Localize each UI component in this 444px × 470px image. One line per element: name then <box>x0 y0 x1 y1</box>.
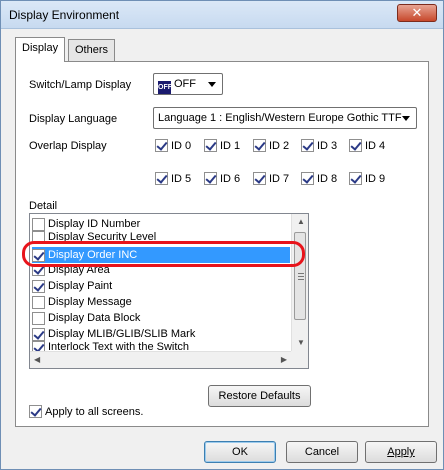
checkbox-box <box>155 139 168 152</box>
display-language-label: Display Language <box>29 113 118 125</box>
overlap-id4-checkbox[interactable]: ID 4 <box>349 139 385 152</box>
horizontal-scrollbar[interactable]: ◀ ▶ <box>30 351 291 368</box>
list-item-selected[interactable]: Display Order INC <box>32 247 290 263</box>
apply-all-screens-checkbox[interactable]: Apply to all screens. <box>29 405 143 418</box>
checkbox-box <box>29 405 42 418</box>
vertical-scrollbar[interactable]: ▲ ▼ <box>291 214 308 352</box>
close-icon: ✕ <box>411 5 423 20</box>
checkbox-box <box>253 172 266 185</box>
list-item[interactable]: Display MLIB/GLIB/SLIB Mark <box>32 326 290 342</box>
restore-defaults-button[interactable]: Restore Defaults <box>208 385 311 407</box>
checkbox-box[interactable] <box>32 217 45 231</box>
overlap-id3-checkbox[interactable]: ID 3 <box>301 139 337 152</box>
checkbox-box[interactable] <box>32 231 45 242</box>
checkbox-box <box>204 139 217 152</box>
switch-lamp-value: OFF <box>174 78 196 90</box>
overlap-id9-label: ID 9 <box>365 172 386 185</box>
checkbox-box[interactable] <box>32 248 45 262</box>
checkbox-box <box>301 139 314 152</box>
chevron-down-icon <box>208 82 216 87</box>
apply-all-screens-label: Apply to all screens. <box>45 405 144 418</box>
overlap-id8-label: ID 8 <box>317 172 338 185</box>
scroll-down-icon[interactable]: ▼ <box>297 338 305 347</box>
grip-line <box>298 276 304 277</box>
list-item-label: Display Paint <box>48 280 113 292</box>
checkbox-box <box>301 172 314 185</box>
list-item-label: Display Order INC <box>48 249 138 261</box>
checkbox-box <box>253 139 266 152</box>
scroll-thumb[interactable] <box>294 232 306 320</box>
chevron-down-icon <box>402 116 410 121</box>
overlap-id2-label: ID 2 <box>269 139 290 152</box>
title-bar: Display Environment ✕ <box>1 1 443 29</box>
list-item-label: Display Data Block <box>48 312 141 324</box>
switch-lamp-label: Switch/Lamp Display <box>29 79 132 91</box>
detail-listbox[interactable]: Display ID Number Display Security Level… <box>29 213 309 369</box>
list-item[interactable]: Display Area <box>32 265 290 276</box>
switch-lamp-dropdown[interactable]: OFF OFF <box>153 73 223 95</box>
overlap-display-label: Overlap Display <box>29 140 107 152</box>
overlap-id7-checkbox[interactable]: ID 7 <box>253 172 289 185</box>
list-item-label: Display ID Number <box>48 218 141 230</box>
checkbox-box <box>349 172 362 185</box>
off-icon: OFF <box>158 81 172 94</box>
overlap-id8-checkbox[interactable]: ID 8 <box>301 172 337 185</box>
scroll-up-icon[interactable]: ▲ <box>297 217 305 226</box>
list-item[interactable]: Display Security Level <box>32 231 290 242</box>
checkbox-box <box>204 172 217 185</box>
cancel-button[interactable]: Cancel <box>286 441 358 463</box>
grip-line <box>298 279 304 280</box>
list-item-label: Display MLIB/GLIB/SLIB Mark <box>48 328 196 340</box>
display-language-dropdown[interactable]: Language 1 : English/Western Europe Goth… <box>153 107 417 129</box>
list-item-label: Display Message <box>48 296 132 308</box>
overlap-id6-label: ID 6 <box>220 172 241 185</box>
overlap-id1-checkbox[interactable]: ID 1 <box>204 139 240 152</box>
overlap-id1-label: ID 1 <box>220 139 241 152</box>
overlap-id4-label: ID 4 <box>365 139 386 152</box>
overlap-id5-label: ID 5 <box>171 172 192 185</box>
display-environment-dialog: Display Environment ✕ Display Others Swi… <box>0 0 444 470</box>
window-title: Display Environment <box>9 8 120 22</box>
tab-display[interactable]: Display <box>15 37 66 62</box>
checkbox-box[interactable] <box>32 295 45 309</box>
checkbox-box[interactable] <box>32 265 45 276</box>
overlap-id0-label: ID 0 <box>171 139 192 152</box>
list-item[interactable]: Display Message <box>32 294 290 310</box>
scroll-left-icon[interactable]: ◀ <box>34 355 40 364</box>
list-item[interactable]: Display ID Number <box>32 216 290 232</box>
list-item-label: Display Security Level <box>48 231 157 242</box>
checkbox-box[interactable] <box>32 311 45 325</box>
overlap-id9-checkbox[interactable]: ID 9 <box>349 172 385 185</box>
scrollbar-corner <box>291 351 308 368</box>
list-item-label: Display Area <box>48 265 110 276</box>
apply-button[interactable]: Apply <box>365 441 437 463</box>
tab-others[interactable]: Others <box>68 39 116 61</box>
checkbox-box <box>155 172 168 185</box>
checkbox-box[interactable] <box>32 279 45 293</box>
overlap-id5-checkbox[interactable]: ID 5 <box>155 172 191 185</box>
grip-line <box>298 273 304 274</box>
ok-button[interactable]: OK <box>204 441 276 463</box>
checkbox-box[interactable] <box>32 327 45 341</box>
detail-label: Detail <box>29 200 58 212</box>
overlap-id7-label: ID 7 <box>269 172 290 185</box>
overlap-id3-label: ID 3 <box>317 139 338 152</box>
close-button[interactable]: ✕ <box>397 4 437 22</box>
list-item[interactable]: Display Data Block <box>32 310 290 326</box>
display-language-value: Language 1 : English/Western Europe Goth… <box>158 112 402 124</box>
overlap-id2-checkbox[interactable]: ID 2 <box>253 139 289 152</box>
overlap-id6-checkbox[interactable]: ID 6 <box>204 172 240 185</box>
checkbox-box <box>349 139 362 152</box>
overlap-id0-checkbox[interactable]: ID 0 <box>155 139 191 152</box>
list-item[interactable]: Display Paint <box>32 278 290 294</box>
scroll-right-icon[interactable]: ▶ <box>281 355 287 364</box>
